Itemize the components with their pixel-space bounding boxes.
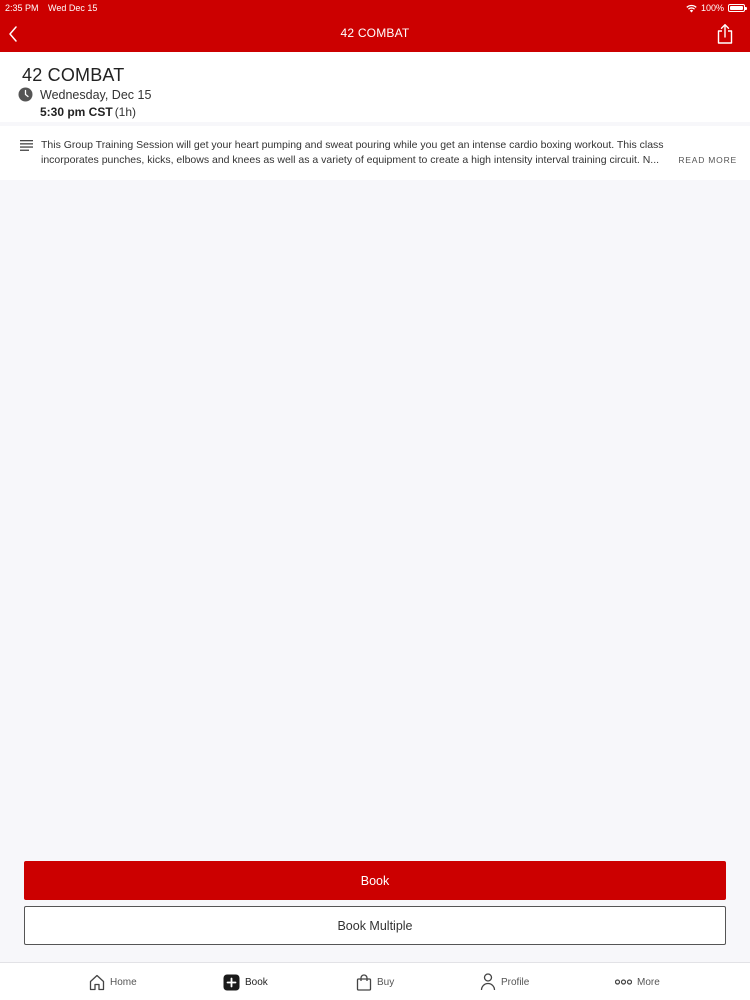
status-date: Wed Dec 15 bbox=[48, 3, 98, 13]
class-time-row: 5:30 pm CST (1h) bbox=[40, 105, 136, 119]
status-right: 100% bbox=[686, 0, 747, 16]
class-duration: (1h) bbox=[114, 105, 137, 119]
read-more-link[interactable]: READ MORE bbox=[678, 155, 737, 165]
tab-label-home: Home bbox=[110, 976, 137, 988]
status-bar: 2:35 PM Wed Dec 15 100% bbox=[0, 0, 750, 16]
shopping-bag-icon bbox=[356, 973, 372, 991]
tab-label-buy: Buy bbox=[377, 976, 395, 988]
wifi-icon bbox=[686, 4, 697, 12]
more-dots-icon bbox=[615, 979, 632, 985]
home-icon bbox=[89, 974, 105, 990]
battery-icon bbox=[728, 4, 747, 12]
tab-bar: Home Book Buy Profile More bbox=[0, 962, 750, 1000]
description-section: This Group Training Session will get you… bbox=[0, 126, 750, 180]
tab-book[interactable]: Book bbox=[223, 963, 268, 1000]
battery-percent: 100% bbox=[700, 3, 724, 13]
status-time: 2:35 PM bbox=[5, 3, 39, 13]
description-text: This Group Training Session will get you… bbox=[41, 139, 664, 166]
nav-bar: 42 COMBAT bbox=[0, 16, 750, 52]
tab-more[interactable]: More bbox=[615, 963, 660, 1000]
tab-label-profile: Profile bbox=[501, 976, 530, 988]
book-button[interactable]: Book bbox=[24, 861, 726, 900]
class-time: 5:30 pm CST bbox=[40, 105, 113, 119]
tab-label-book: Book bbox=[245, 976, 268, 988]
share-icon[interactable] bbox=[716, 23, 734, 45]
class-date: Wednesday, Dec 15 bbox=[40, 88, 152, 102]
plus-square-icon bbox=[223, 974, 240, 990]
class-header: 42 COMBAT Wednesday, Dec 15 5:30 pm CST(… bbox=[0, 52, 750, 122]
tab-label-more: More bbox=[637, 976, 660, 988]
tab-buy[interactable]: Buy bbox=[356, 963, 394, 1000]
class-title: 42 COMBAT bbox=[22, 65, 125, 85]
tab-home[interactable]: Home bbox=[89, 963, 137, 1000]
nav-title: 42 COMBAT bbox=[340, 26, 410, 40]
lines-icon bbox=[20, 140, 33, 151]
person-icon bbox=[480, 973, 496, 991]
clock-icon bbox=[18, 87, 33, 102]
tab-profile[interactable]: Profile bbox=[480, 963, 529, 1000]
book-multiple-button[interactable]: Book Multiple bbox=[24, 906, 726, 945]
